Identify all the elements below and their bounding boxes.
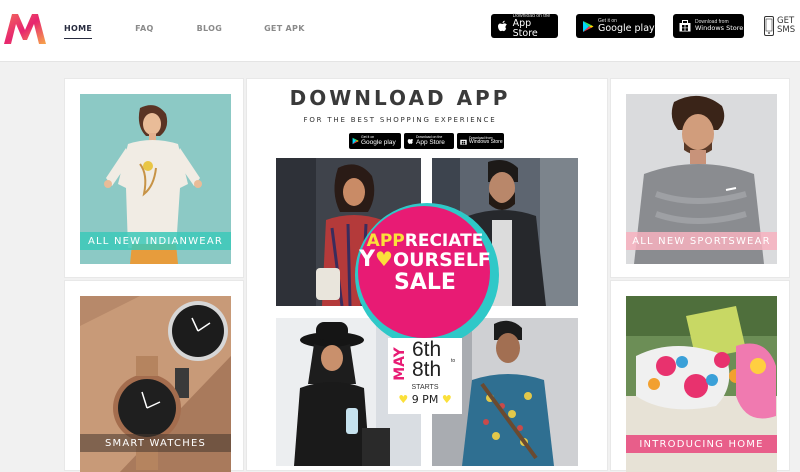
play-store-icon bbox=[352, 137, 359, 145]
windows-store-button[interactable]: Download from Windows Store bbox=[673, 14, 744, 38]
windows-store-icon bbox=[460, 139, 467, 145]
windows-store-icon bbox=[678, 20, 691, 33]
sportswear-image: ALL NEW SPORTSWEAR bbox=[626, 94, 777, 264]
indianwear-label: ALL NEW INDIANWEAR bbox=[80, 232, 231, 250]
nav-get-apk[interactable]: GET APK bbox=[264, 24, 305, 39]
promo-app-store-button[interactable]: Download on the App Store bbox=[404, 133, 454, 149]
google-play-button[interactable]: Get it on Google play bbox=[576, 14, 655, 38]
nav-home[interactable]: HOME bbox=[64, 24, 93, 39]
apple-icon bbox=[407, 139, 414, 144]
watches-card[interactable]: SMART WATCHES bbox=[64, 280, 244, 472]
main-nav: HOME FAQ BLOG GET APK bbox=[64, 24, 305, 39]
watches-label: SMART WATCHES bbox=[80, 434, 231, 452]
get-sms-link[interactable]: GET SMS bbox=[764, 16, 795, 36]
nav-blog[interactable]: BLOG bbox=[197, 24, 222, 39]
promo-google-play-button[interactable]: Get it on Google play bbox=[349, 133, 401, 149]
heart-icon: ♥ bbox=[398, 393, 409, 406]
watches-image: SMART WATCHES bbox=[80, 296, 231, 472]
sale-date-box: MAY 6th to 8th STARTS ♥ 9 PM ♥ bbox=[388, 338, 462, 414]
sportswear-label: ALL NEW SPORTSWEAR bbox=[626, 232, 777, 250]
home-label: INTRODUCING HOME bbox=[626, 435, 777, 453]
mobile-phone-icon bbox=[764, 16, 774, 36]
app-store-button[interactable]: Download on the App Store bbox=[491, 14, 558, 38]
top-header: HOME FAQ BLOG GET APK Download on the Ap… bbox=[0, 0, 800, 62]
sale-headline: APPRECIATE Y♥OURSELF SALE bbox=[359, 231, 491, 295]
heart-icon: ♥ bbox=[441, 393, 452, 406]
apple-icon bbox=[496, 20, 509, 33]
play-store-icon bbox=[581, 20, 594, 33]
nav-faq[interactable]: FAQ bbox=[135, 24, 153, 39]
home-image: INTRODUCING HOME bbox=[626, 296, 777, 472]
sportswear-card[interactable]: ALL NEW SPORTSWEAR bbox=[610, 78, 790, 278]
heart-icon: ♥ bbox=[375, 247, 393, 271]
myntra-logo[interactable] bbox=[2, 10, 48, 46]
home-card[interactable]: INTRODUCING HOME bbox=[610, 280, 790, 472]
promo-windows-store-button[interactable]: Download from Windows Store bbox=[457, 133, 504, 149]
